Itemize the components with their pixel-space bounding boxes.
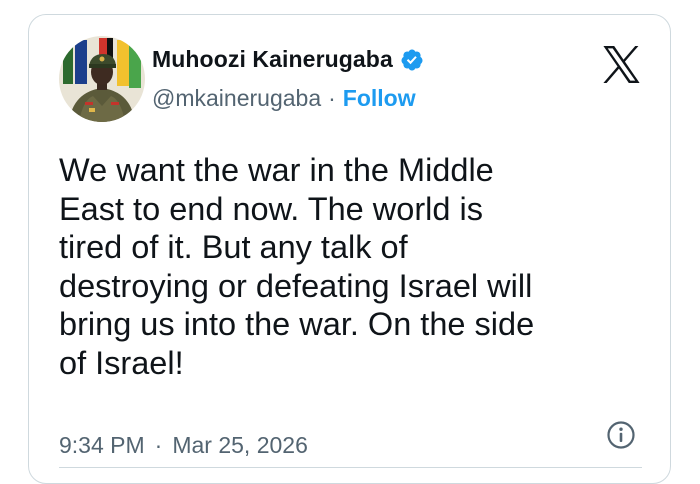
tweet-timestamp[interactable]: 9:34 PM · Mar 25, 2026 xyxy=(59,432,308,459)
x-logo-icon[interactable] xyxy=(601,46,642,83)
follow-button[interactable]: Follow xyxy=(343,85,416,112)
verified-badge-icon xyxy=(400,48,424,72)
tweet-time: 9:34 PM xyxy=(59,432,145,458)
user-handle[interactable]: @mkainerugaba xyxy=(152,85,321,112)
tweet-card: Muhoozi Kainerugaba @mkainerugaba · Foll… xyxy=(28,14,671,484)
handle-separator: · xyxy=(328,85,336,111)
info-icon[interactable] xyxy=(606,420,636,450)
avatar[interactable] xyxy=(59,36,145,122)
tweet-date: Mar 25, 2026 xyxy=(172,432,308,458)
display-name[interactable]: Muhoozi Kainerugaba xyxy=(152,46,393,73)
author-name-row: Muhoozi Kainerugaba xyxy=(152,46,424,73)
avatar-image xyxy=(59,36,145,122)
timestamp-separator: · xyxy=(154,432,163,458)
handle-row: @mkainerugaba · Follow xyxy=(152,85,416,112)
tweet-text: We want the war in the Middle East to en… xyxy=(59,152,535,381)
card-divider xyxy=(59,467,642,468)
